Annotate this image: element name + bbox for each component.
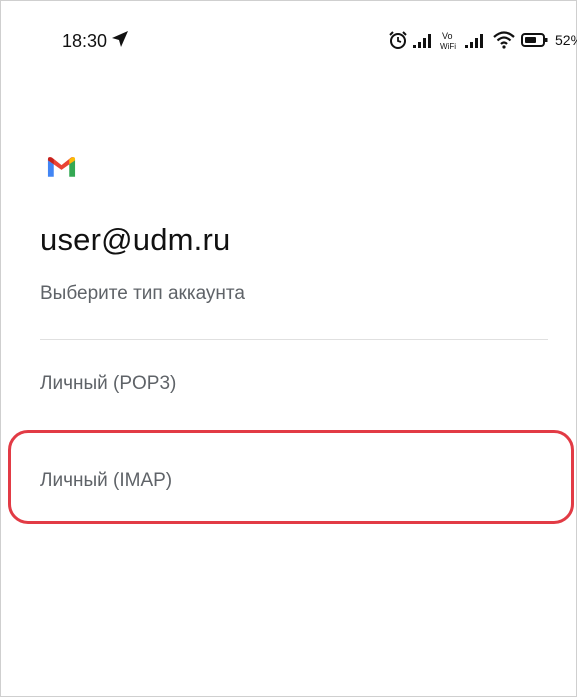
- account-email: user@udm.ru: [40, 222, 231, 257]
- highlight-outline: [8, 430, 574, 524]
- option-personal-pop3[interactable]: Личный (POP3): [40, 373, 540, 395]
- location-arrow-icon: [112, 31, 128, 47]
- signal-icon: [413, 34, 431, 48]
- vowifi-top-text: Vo: [442, 31, 453, 41]
- status-icons: Vo WiFi 52%: [388, 28, 577, 52]
- battery-percent: 52%: [555, 32, 577, 48]
- signal-icon: [465, 34, 483, 48]
- wifi-icon: [493, 31, 515, 49]
- account-type-prompt: Выберите тип аккаунта: [40, 283, 245, 304]
- divider: [40, 339, 548, 340]
- status-bar: 18:30 Vo WiFi 52: [0, 0, 577, 80]
- gmail-icon: [47, 157, 76, 177]
- battery-icon: [521, 33, 548, 47]
- alarm-icon: [389, 31, 407, 49]
- vowifi-icon: Vo WiFi: [440, 31, 456, 50]
- status-time: 18:30: [62, 31, 108, 51]
- vowifi-bottom-text: WiFi: [440, 42, 456, 50]
- screen-frame: [0, 0, 577, 697]
